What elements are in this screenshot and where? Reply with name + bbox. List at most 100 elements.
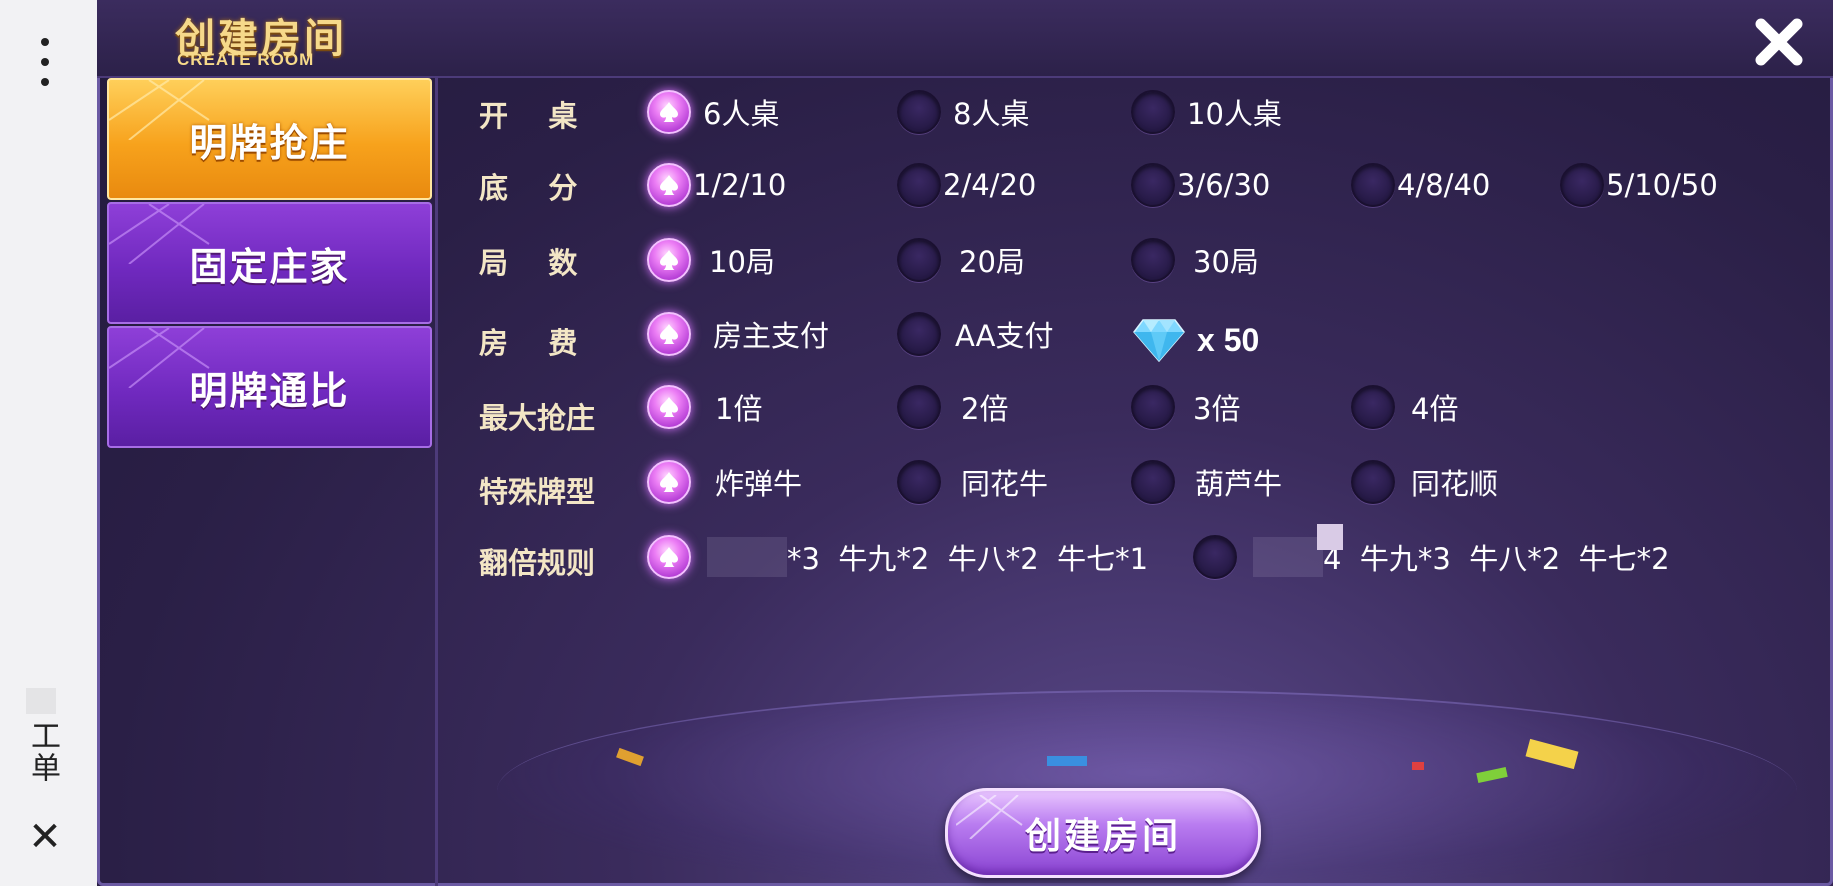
radio-unselected [1560, 163, 1604, 207]
option-label: 1倍 [715, 392, 763, 426]
radio-unselected [897, 90, 941, 134]
option-2x[interactable]: 2倍 [897, 385, 1008, 429]
option-30-rounds[interactable]: 30局 [1131, 238, 1259, 282]
option-3x[interactable]: 3倍 [1131, 385, 1240, 429]
spade-icon [660, 397, 678, 417]
spade-icon [660, 547, 678, 567]
radio-unselected [1131, 385, 1175, 429]
radio-selected [647, 90, 691, 134]
radio-selected [647, 312, 691, 356]
option-label: AA支付 [955, 319, 1054, 353]
radio-unselected [897, 460, 941, 504]
option-label: 20局 [959, 245, 1025, 279]
create-room-dialog: 创建房间 CREATE ROOM 明牌抢庄 固定庄家 明牌通比 开 桌 6人桌 … [97, 0, 1833, 886]
option-20-rounds[interactable]: 20局 [897, 238, 1025, 282]
option-8-players[interactable]: 8人桌 [897, 90, 1029, 134]
mode-tabs: 明牌抢庄 固定庄家 明牌通比 [107, 78, 432, 450]
more-vertical-icon[interactable] [30, 38, 60, 86]
option-label: 4倍 [1411, 392, 1459, 426]
label-rounds: 局 数 [479, 246, 578, 280]
radio-unselected [897, 385, 941, 429]
radio-unselected [1131, 238, 1175, 282]
work-order-label[interactable]: 工单 [25, 720, 64, 784]
radio-unselected [1131, 90, 1175, 134]
option-10-rounds[interactable]: 10局 [647, 238, 775, 282]
option-multiplier-rule-2[interactable]: 4 牛九*3 牛八*2 牛七*2 [1193, 535, 1670, 579]
tab-mingpai-tongbi[interactable]: 明牌通比 [107, 326, 432, 448]
confetti [1412, 762, 1424, 770]
option-owner-pays[interactable]: 房主支付 [647, 312, 829, 356]
radio-unselected [897, 163, 941, 207]
radio-selected [647, 163, 691, 207]
option-base-score[interactable]: 4/8/40 [1351, 163, 1490, 207]
divider [435, 76, 438, 886]
option-bomb-niu[interactable]: 炸弹牛 [647, 460, 802, 504]
option-1x[interactable]: 1倍 [647, 385, 762, 429]
option-aa-pay[interactable]: AA支付 [897, 312, 1053, 356]
option-label: 2倍 [961, 392, 1009, 426]
dialog-subtitle: CREATE ROOM [177, 50, 315, 69]
create-room-button[interactable]: 创建房间 [945, 788, 1261, 878]
radio-unselected [1351, 460, 1395, 504]
redacted-text [707, 537, 787, 577]
radio-unselected [1193, 535, 1237, 579]
option-base-score[interactable]: 5/10/50 [1560, 163, 1718, 207]
option-label: 5/10/50 [1606, 168, 1718, 202]
option-base-score[interactable]: 1/2/10 [647, 163, 786, 207]
diamond-icon [1133, 319, 1185, 362]
option-6-players[interactable]: 6人桌 [647, 90, 779, 134]
card-deco-icon [956, 795, 1023, 839]
option-base-score[interactable]: 3/6/30 [1131, 163, 1270, 207]
option-label: 30局 [1193, 245, 1259, 279]
option-base-score[interactable]: 2/4/20 [897, 163, 1036, 207]
option-label: 葫芦牛 [1195, 467, 1283, 501]
radio-selected [647, 238, 691, 282]
option-label: 10局 [709, 245, 775, 279]
radio-unselected [897, 312, 941, 356]
option-label: 6人桌 [703, 97, 780, 131]
tab-guding-zhuangjia[interactable]: 固定庄家 [107, 202, 432, 324]
tab-mingpai-qiangzhuang[interactable]: 明牌抢庄 [107, 78, 432, 200]
diamond-count: x 50 [1197, 321, 1260, 358]
option-straight-flush[interactable]: 同花顺 [1351, 460, 1498, 504]
label-special-hands: 特殊牌型 [479, 475, 596, 509]
confetti [1047, 756, 1087, 766]
tab-label: 明牌抢庄 [189, 120, 350, 165]
radio-selected [647, 385, 691, 429]
system-sidebar: 工单 ✕ [0, 0, 97, 886]
spade-icon [660, 324, 678, 344]
option-label: 房主支付 [713, 319, 830, 353]
option-label: 10人桌 [1187, 97, 1282, 131]
option-label: 3倍 [1193, 392, 1241, 426]
option-label: 4/8/40 [1397, 168, 1491, 202]
label-base-score: 底 分 [479, 171, 578, 205]
radio-selected [647, 460, 691, 504]
close-icon[interactable]: ✕ [26, 817, 64, 857]
title-bar: 创建房间 CREATE ROOM [97, 0, 1833, 78]
tab-label: 明牌通比 [189, 368, 350, 413]
create-room-label: 创建房间 [1024, 816, 1181, 857]
option-label: 8人桌 [953, 97, 1030, 131]
option-fullhouse-niu[interactable]: 葫芦牛 [1131, 460, 1282, 504]
label-table: 开 桌 [479, 99, 578, 133]
option-multiplier-rule-1[interactable]: *3 牛九*2 牛八*2 牛七*1 [647, 535, 1148, 579]
option-label: 4 牛九*3 牛八*2 牛七*2 [1323, 542, 1670, 576]
label-multiplier-rules: 翻倍规则 [479, 546, 596, 580]
spade-icon [660, 102, 678, 122]
option-label: *3 牛九*2 牛八*2 牛七*1 [787, 542, 1149, 576]
option-4x[interactable]: 4倍 [1351, 385, 1458, 429]
diamond-cost: x 50 [1133, 318, 1259, 362]
option-flush-niu[interactable]: 同花牛 [897, 460, 1048, 504]
spade-icon [660, 175, 678, 195]
option-label: 1/2/10 [693, 168, 787, 202]
close-icon [1755, 18, 1803, 66]
radio-unselected [897, 238, 941, 282]
option-10-players[interactable]: 10人桌 [1131, 90, 1282, 134]
tab-label: 固定庄家 [189, 244, 350, 289]
radio-unselected [1131, 460, 1175, 504]
spade-icon [660, 472, 678, 492]
blurred-area [26, 688, 56, 714]
spade-icon [660, 250, 678, 270]
close-button[interactable] [1749, 12, 1809, 72]
label-max-banker: 最大抢庄 [479, 401, 596, 435]
